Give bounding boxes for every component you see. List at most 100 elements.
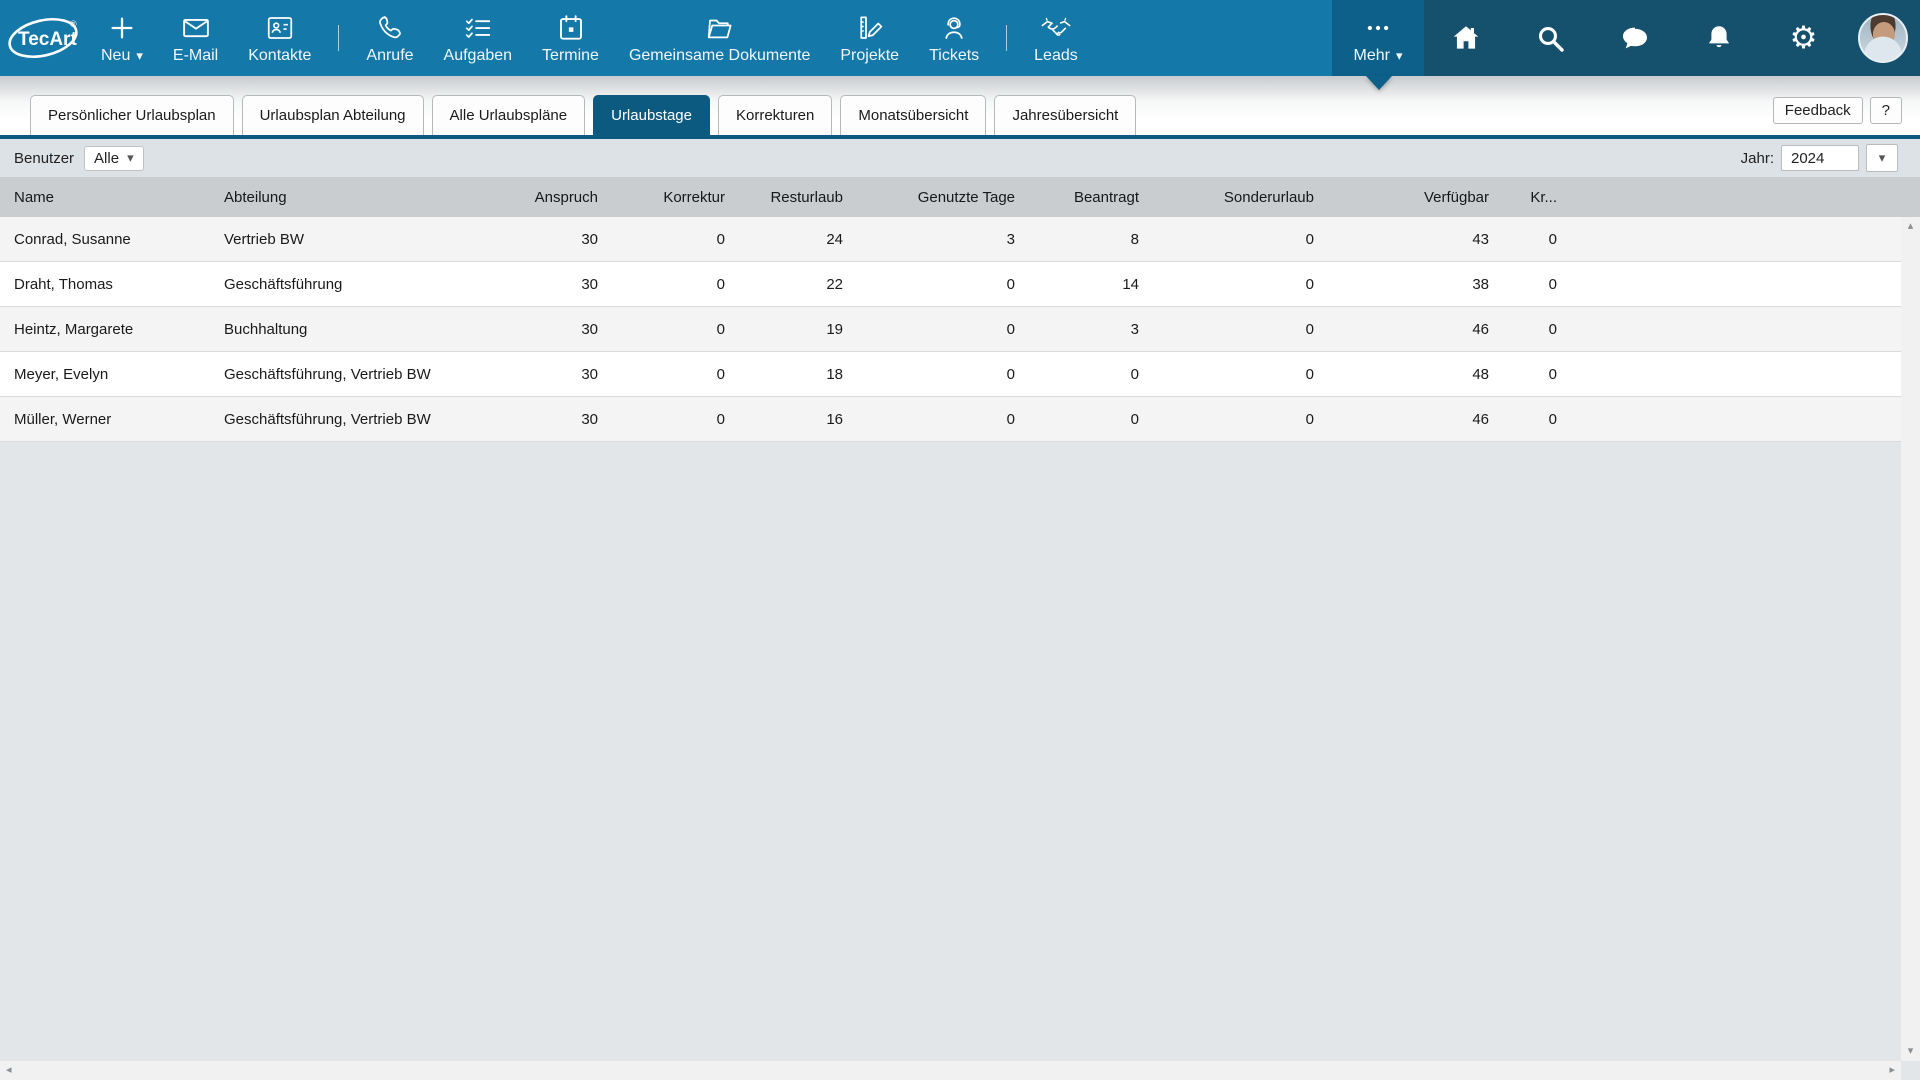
nav-label: Neu <box>101 47 130 65</box>
table-cell: 0 <box>1491 217 1559 261</box>
chat-button[interactable] <box>1605 8 1665 68</box>
table-cell: Geschäftsführung, Vertrieb BW <box>210 397 510 441</box>
column-header-korrektur[interactable]: Korrektur <box>600 177 727 217</box>
table-cell: 46 <box>1316 397 1491 441</box>
scroll-right-icon[interactable]: ▸ <box>1889 1065 1895 1076</box>
tab-jahresuebersicht[interactable]: Jahresübersicht <box>994 95 1136 135</box>
tab-urlaubsplan-abteilung[interactable]: Urlaubsplan Abteilung <box>242 95 424 135</box>
table-cell: 43 <box>1316 217 1491 261</box>
table-cell: 0 <box>1017 352 1141 396</box>
nav-label: Tickets <box>929 47 979 65</box>
table-cell: Geschäftsführung <box>210 262 510 306</box>
column-header-anspruch[interactable]: Anspruch <box>510 177 600 217</box>
column-header-krank[interactable]: Kr... <box>1491 177 1559 217</box>
tecart-logo[interactable]: TecArt ® <box>0 0 86 76</box>
nav-item-mehr[interactable]: Mehr▾ <box>1332 0 1424 76</box>
table-cell: 30 <box>510 262 600 306</box>
gear-icon: ⚙ <box>1790 23 1818 54</box>
feedback-button[interactable]: Feedback <box>1773 97 1863 124</box>
nav-label: Mehr <box>1354 47 1390 65</box>
home-button[interactable] <box>1436 8 1496 68</box>
column-header-beantragt[interactable]: Beantragt <box>1017 177 1141 217</box>
tabs: Persönlicher Urlaubsplan Urlaubsplan Abt… <box>30 95 1136 135</box>
benutzer-value: Alle <box>94 150 119 167</box>
benutzer-dropdown[interactable]: Alle ▾ <box>84 146 144 171</box>
nav-label: Projekte <box>840 47 899 65</box>
table-cell: 8 <box>1017 217 1141 261</box>
column-header-name[interactable]: Name <box>0 177 210 217</box>
table-cell: 0 <box>1491 307 1559 351</box>
table-row[interactable]: Meyer, EvelynGeschäftsführung, Vertrieb … <box>0 352 1901 397</box>
table-body: Conrad, SusanneVertrieb BW30024380430Dra… <box>0 217 1901 442</box>
table-cell: 0 <box>600 217 727 261</box>
nav-label: Gemeinsame Dokumente <box>629 47 810 65</box>
svg-text:®: ® <box>70 19 77 29</box>
tab-strip: Persönlicher Urlaubsplan Urlaubsplan Abt… <box>0 76 1920 139</box>
jahr-dropdown-button[interactable]: ▾ <box>1866 144 1898 172</box>
column-header-sonderurlaub[interactable]: Sonderurlaub <box>1141 177 1316 217</box>
column-header-abteilung[interactable]: Abteilung <box>210 177 510 217</box>
nav-item-anrufe[interactable]: Anrufe <box>351 0 428 76</box>
nav-item-termine[interactable]: Termine <box>527 0 614 76</box>
table-row[interactable]: Conrad, SusanneVertrieb BW30024380430 <box>0 217 1901 262</box>
nav-item-leads[interactable]: Leads <box>1019 0 1093 76</box>
chevron-down-icon: ▾ <box>127 151 134 164</box>
tab-persoenlicher-urlaubsplan[interactable]: Persönlicher Urlaubsplan <box>30 95 234 135</box>
notifications-button[interactable] <box>1689 8 1749 68</box>
ticket-support-icon <box>939 11 969 45</box>
contact-card-icon <box>265 11 295 45</box>
handshake-icon <box>1040 11 1072 45</box>
tab-alle-urlaubsplaene[interactable]: Alle Urlaubspläne <box>432 95 586 135</box>
table-cell: 0 <box>600 307 727 351</box>
search-button[interactable] <box>1520 8 1580 68</box>
folder-open-icon <box>705 11 735 45</box>
nav-item-kontakte[interactable]: Kontakte <box>233 0 326 76</box>
nav-item-neu[interactable]: Neu ▾ <box>86 0 158 76</box>
horizontal-scrollbar[interactable]: ◂ ▸ <box>0 1061 1901 1080</box>
column-header-verfuegbar[interactable]: Verfügbar <box>1316 177 1491 217</box>
envelope-icon <box>181 11 211 45</box>
chevron-down-icon: ▾ <box>1879 151 1886 164</box>
column-header-genutzte-tage[interactable]: Genutzte Tage <box>845 177 1017 217</box>
table-row[interactable]: Heintz, MargareteBuchhaltung30019030460 <box>0 307 1901 352</box>
nav-item-projekte[interactable]: Projekte <box>825 0 914 76</box>
table-cell: 0 <box>1017 397 1141 441</box>
settings-button[interactable]: ⚙ <box>1773 8 1833 68</box>
table-row[interactable]: Müller, WernerGeschäftsführung, Vertrieb… <box>0 397 1901 442</box>
table-row[interactable]: Draht, ThomasGeschäftsführung30022014038… <box>0 262 1901 307</box>
table-cell: Meyer, Evelyn <box>0 352 210 396</box>
table-cell: 0 <box>600 397 727 441</box>
nav-item-aufgaben[interactable]: Aufgaben <box>429 0 528 76</box>
scroll-down-icon[interactable]: ▾ <box>1908 1046 1914 1057</box>
tab-korrekturen[interactable]: Korrekturen <box>718 95 832 135</box>
table-cell: Buchhaltung <box>210 307 510 351</box>
nav-label: Leads <box>1034 47 1078 65</box>
column-header-resturlaub[interactable]: Resturlaub <box>727 177 845 217</box>
calendar-icon <box>556 11 586 45</box>
scroll-up-icon[interactable]: ▴ <box>1908 221 1914 232</box>
table-cell: 0 <box>1491 397 1559 441</box>
svg-text:TecArt: TecArt <box>18 29 77 50</box>
table-cell: 0 <box>845 352 1017 396</box>
nav-item-gemeinsame-dokumente[interactable]: Gemeinsame Dokumente <box>614 0 825 76</box>
tab-urlaubstage[interactable]: Urlaubstage <box>593 95 710 135</box>
nav-label: Kontakte <box>248 47 311 65</box>
jahr-input[interactable] <box>1781 145 1859 171</box>
nav-separator <box>338 25 339 51</box>
vertical-scrollbar[interactable]: ▴ ▾ <box>1901 217 1920 1061</box>
chevron-down-icon: ▾ <box>136 49 143 62</box>
nav-item-email[interactable]: E-Mail <box>158 0 233 76</box>
scroll-left-icon[interactable]: ◂ <box>6 1065 12 1076</box>
table-cell: 0 <box>600 262 727 306</box>
avatar[interactable] <box>1858 13 1908 63</box>
table-cell: 3 <box>845 217 1017 261</box>
table-header: Name Abteilung Anspruch Korrektur Restur… <box>0 177 1920 217</box>
top-navigation-bar: TecArt ® Neu ▾ E-Mail Kontakte Anrufe Auf… <box>0 0 1920 76</box>
table-cell: 16 <box>727 397 845 441</box>
jahr-label: Jahr: <box>1741 150 1774 167</box>
nav-item-tickets[interactable]: Tickets <box>914 0 994 76</box>
scrollbar-corner <box>1901 1061 1920 1080</box>
tab-monatsuebersicht[interactable]: Monatsübersicht <box>840 95 986 135</box>
help-button[interactable]: ? <box>1870 97 1902 124</box>
logo-ellipse: TecArt ® <box>6 11 82 65</box>
